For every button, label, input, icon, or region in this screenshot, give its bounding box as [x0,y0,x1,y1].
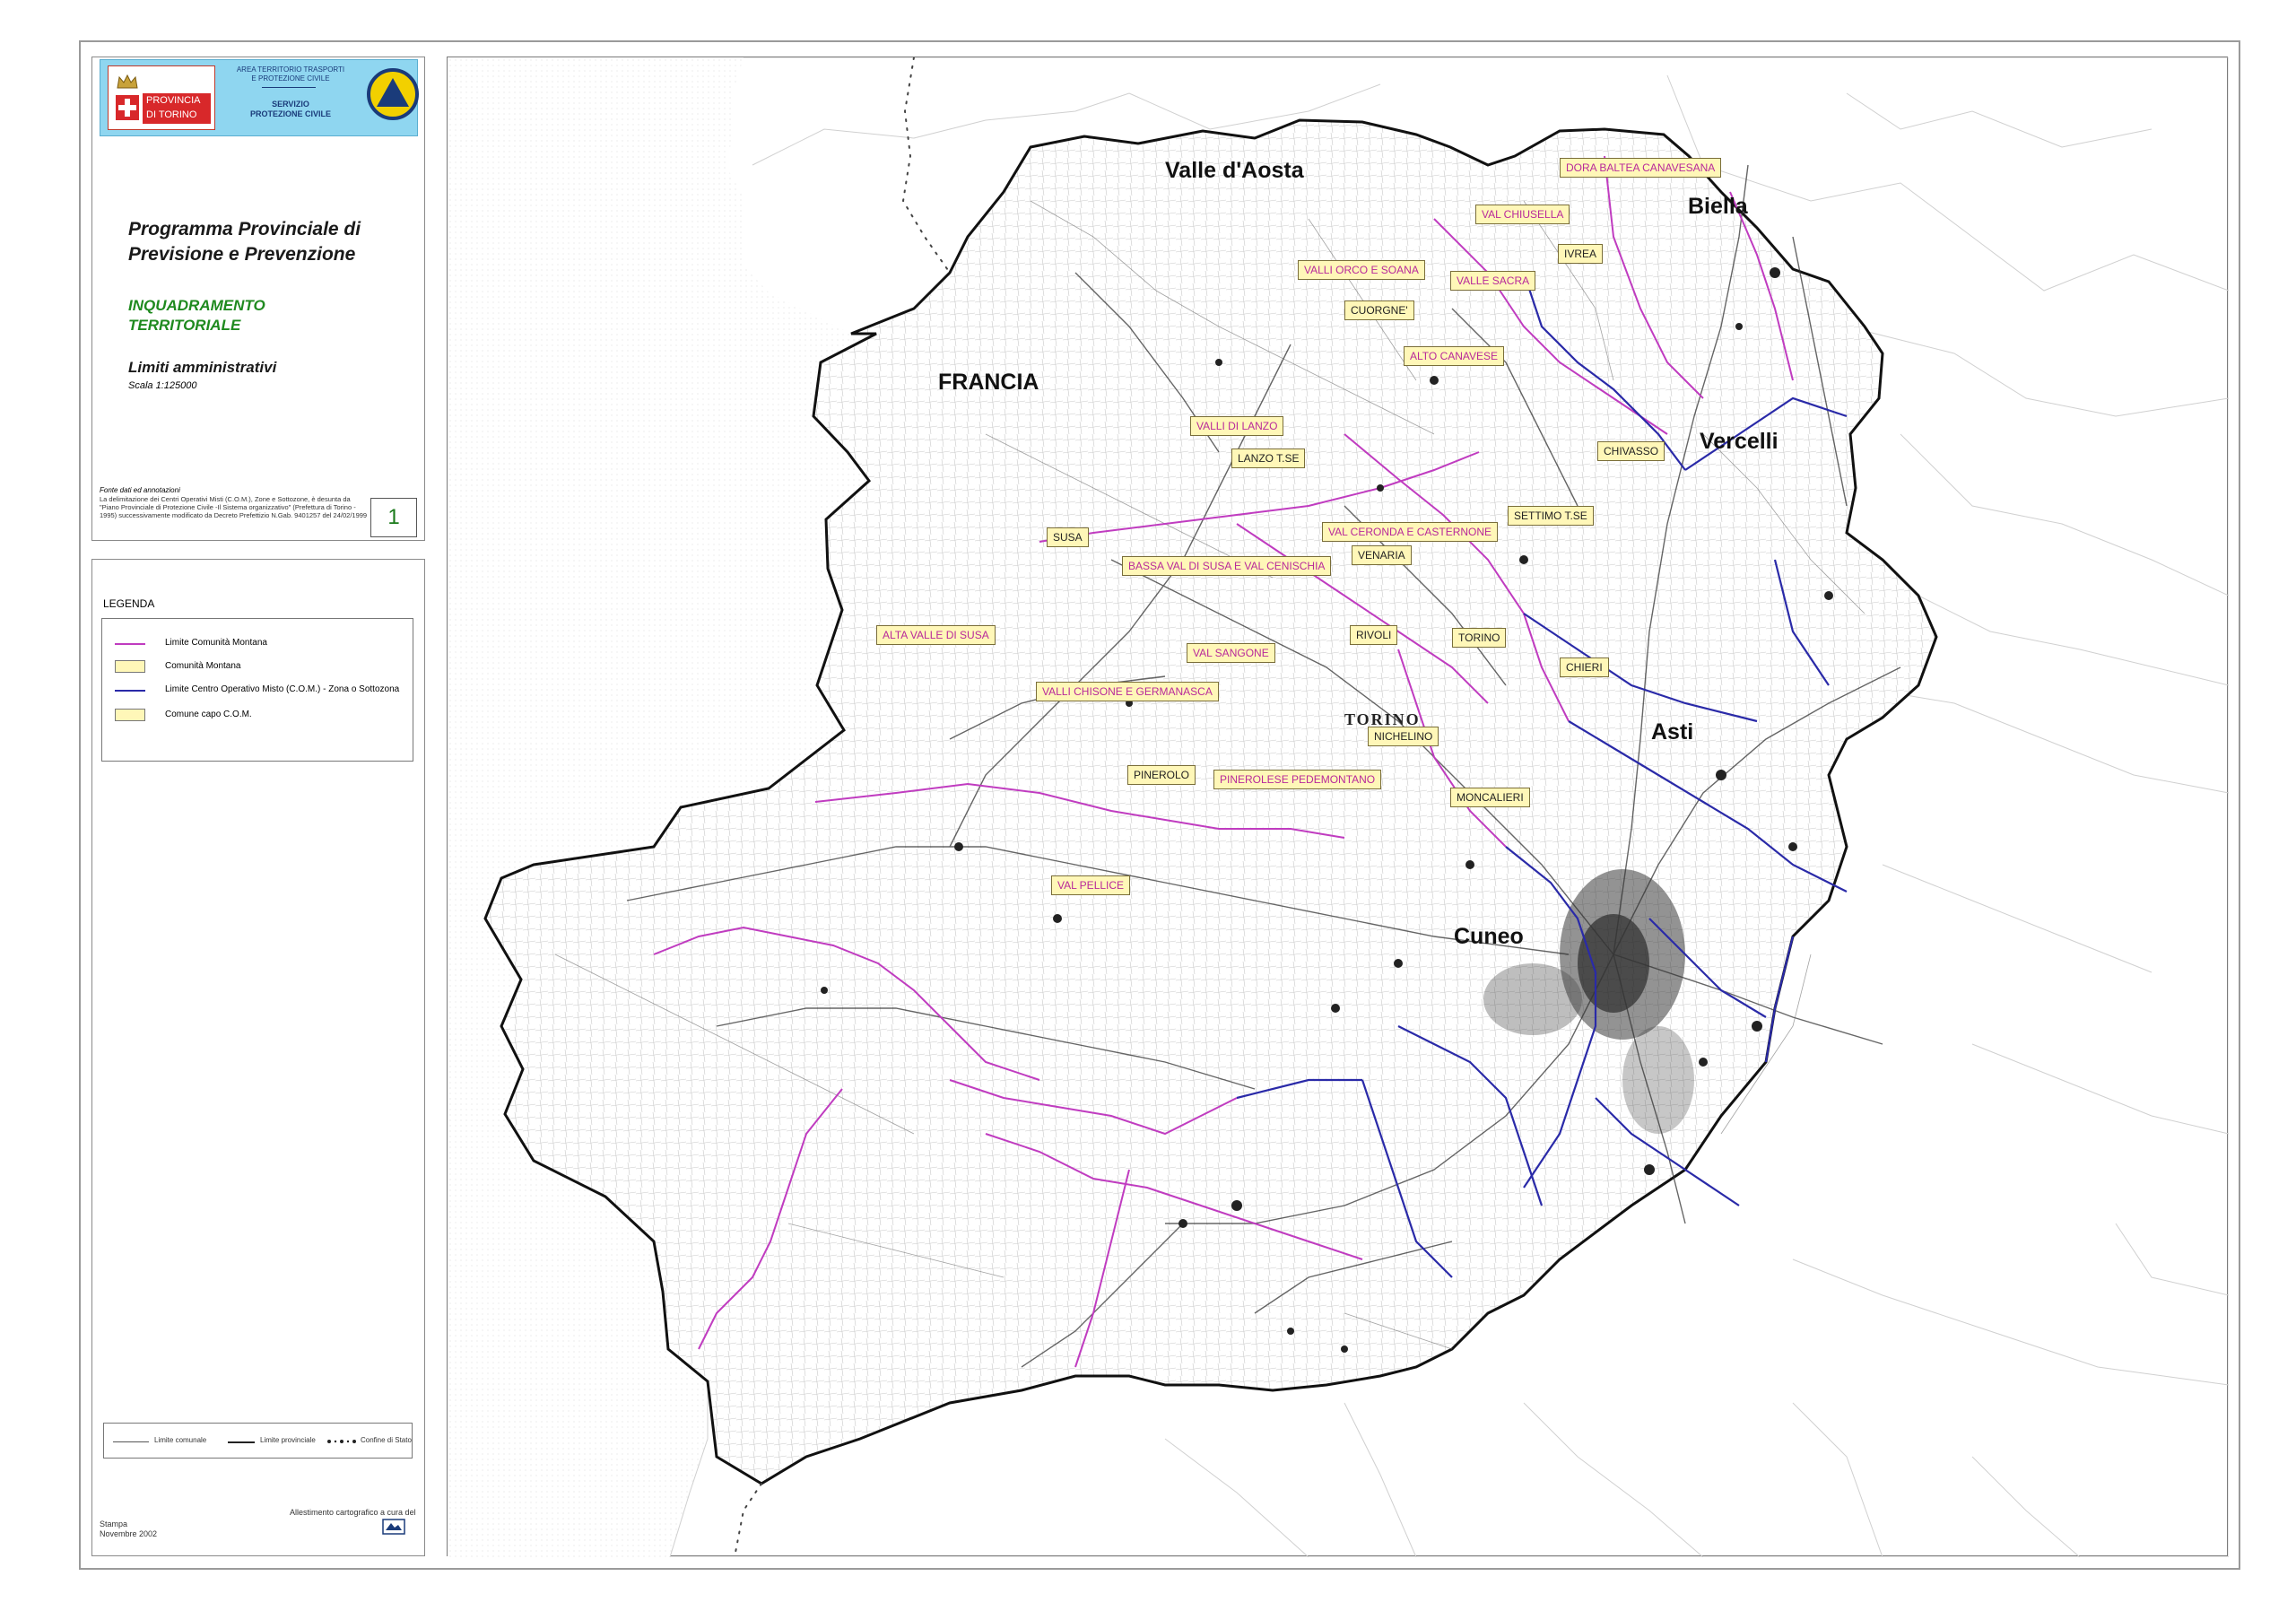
torino-city-text: TORINO [1344,710,1421,728]
legend-title: LEGENDA [103,597,155,610]
service-name: SERVIZIO PROTEZIONE CIVILE [219,100,362,119]
section-title: INQUADRAMENTO TERRITORIALE [128,296,265,335]
zone-val-chiusella[interactable]: VAL CHIUSELLA [1475,205,1570,224]
com-susa[interactable]: SUSA [1047,527,1089,547]
section-line2: TERRITORIALE [128,317,241,334]
com-cuorgne[interactable]: CUORGNE' [1344,300,1414,320]
protezione-civile-icon [367,68,419,120]
com-moncalieri[interactable]: MONCALIERI [1450,788,1530,807]
label-vercelli: Vercelli [1700,429,1779,454]
sheet-number: 1 [370,498,417,537]
credit-logo-icon [382,1519,405,1535]
label-cuneo: Cuneo [1454,924,1524,949]
state-border [901,57,951,274]
montana-swatch [115,660,145,673]
cross-icon [116,95,139,120]
header-banner: PROVINCIA DI TORINO AREA TERRITORIO TRAS… [100,59,419,136]
zone-valli-orco[interactable]: VALLI ORCO E SOANA [1298,260,1425,280]
print-line1: Stampa [100,1520,128,1528]
legend-label: Comune capo C.O.M. [165,710,252,719]
montana-line-symbol [115,643,145,645]
com-torino[interactable]: TORINO [1452,628,1507,648]
label-valle-daosta: Valle d'Aosta [1165,158,1304,183]
legend-label: Limite Comunità Montana [165,638,267,648]
stato-line-symbol [327,1440,356,1443]
com-venaria[interactable]: VENARIA [1352,545,1412,565]
zone-val-sangone[interactable]: VAL SANGONE [1187,643,1275,663]
zone-val-ceronda[interactable]: VAL CERONDA E CASTERNONE [1322,522,1499,542]
provinciale-line-symbol [228,1441,255,1443]
logo-line1: PROVINCIA [146,95,201,106]
source-text: La delimitazione dei Centri Operativi Mi… [100,495,368,519]
provinciale-label: Limite provinciale [260,1436,316,1444]
state-border-south [734,1483,762,1557]
section-line1: INQUADRAMENTO [128,297,265,314]
map-panel[interactable]: Valle d'Aosta FRANCIA Biella Vercelli As… [447,57,2229,1557]
zone-pinerolese[interactable]: PINEROLESE PEDEMONTANO [1213,770,1382,789]
scale-text: Scala 1:125000 [128,380,197,391]
provincia-name: PROVINCIA DI TORINO [143,93,211,124]
com-line-symbol [115,690,145,692]
com-capo-swatch [115,709,145,721]
zone-alta-valle-susa[interactable]: ALTA VALLE DI SUSA [876,625,996,645]
print-date: Stampa Novembre 2002 [100,1520,157,1539]
title-line2: Previsione e Prevenzione [128,244,356,265]
com-rivoli[interactable]: RIVOLI [1350,625,1398,645]
label-asti: Asti [1651,719,1694,745]
com-chivasso[interactable]: CHIVASSO [1597,441,1665,461]
divider [262,87,316,88]
subject-title: Limiti amministrativi [128,359,277,376]
legend-label: Limite Centro Operativo Misto (C.O.M.) -… [165,684,400,694]
source-heading: Fonte dati ed annotazioni [100,486,180,494]
info-panel: PROVINCIA DI TORINO AREA TERRITORIO TRAS… [91,57,425,541]
legend-label: Comunità Montana [165,661,241,671]
service-line2: PROTEZIONE CIVILE [249,109,331,118]
comunale-label: Limite comunale [154,1436,207,1444]
com-ivrea[interactable]: IVREA [1558,244,1604,264]
legend-box: Limite Comunità Montana Comunità Montana… [101,618,413,762]
print-line2: Novembre 2002 [100,1529,158,1538]
service-line1: SERVIZIO [272,100,309,109]
comunale-line-symbol [113,1441,149,1442]
label-biella: Biella [1688,194,1748,219]
zone-val-pellice[interactable]: VAL PELLICE [1051,875,1131,895]
provincia-logo: PROVINCIA DI TORINO [108,65,215,130]
com-chieri[interactable]: CHIERI [1560,657,1609,677]
dept-line1: AREA TERRITORIO TRASPORTI [236,65,345,74]
com-pinerolo[interactable]: PINEROLO [1127,765,1196,785]
logo-line2: DI TORINO [146,109,197,120]
com-lanzo[interactable]: LANZO T.SE [1231,448,1306,468]
title-line1: Programma Provinciale di [128,219,361,239]
department-name: AREA TERRITORIO TRASPORTI E PROTEZIONE C… [219,65,362,83]
stato-label: Confine di Stato [361,1436,412,1444]
zone-dora-baltea[interactable]: DORA BALTEA CANAVESANA [1560,158,1722,178]
zone-valli-chisone[interactable]: VALLI CHISONE E GERMANASCA [1036,682,1219,701]
zone-bassa-val-susa[interactable]: BASSA VAL DI SUSA E VAL CENISCHIA [1122,556,1332,576]
crown-icon [117,74,138,89]
map-canvas[interactable] [448,57,2229,1557]
zone-alto-canavese[interactable]: ALTO CANAVESE [1404,346,1505,366]
dept-line2: E PROTEZIONE CIVILE [251,74,330,83]
credit-text: Allestimento cartografico a cura del [290,1508,416,1517]
legend-panel: LEGENDA Limite Comunità Montana Comunità… [91,559,425,1556]
com-settimo[interactable]: SETTIMO T.SE [1508,506,1594,526]
boundary-legend: Limite comunale Limite provinciale Confi… [103,1423,413,1459]
label-francia: FRANCIA [938,370,1039,395]
zone-valle-sacra[interactable]: VALLE SACRA [1450,271,1536,291]
zone-valli-lanzo[interactable]: VALLI DI LANZO [1190,416,1284,436]
page-title: Programma Provinciale di Previsione e Pr… [128,217,361,267]
com-nichelino[interactable]: NICHELINO [1368,727,1439,746]
